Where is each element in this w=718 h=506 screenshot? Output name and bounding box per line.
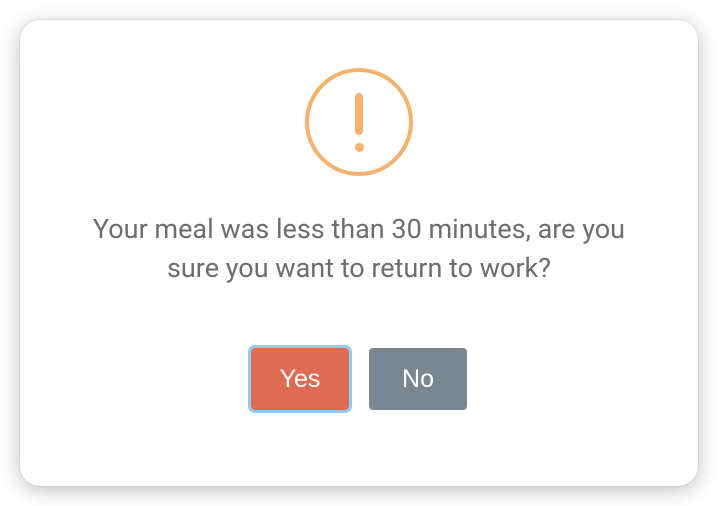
dialog-message: Your meal was less than 30 minutes, are … <box>69 210 649 288</box>
confirmation-dialog: Your meal was less than 30 minutes, are … <box>20 20 698 486</box>
exclamation-icon <box>355 93 364 152</box>
warning-icon <box>305 68 413 176</box>
yes-button[interactable]: Yes <box>251 348 349 410</box>
button-row: Yes No <box>251 348 467 410</box>
no-button[interactable]: No <box>369 348 467 410</box>
